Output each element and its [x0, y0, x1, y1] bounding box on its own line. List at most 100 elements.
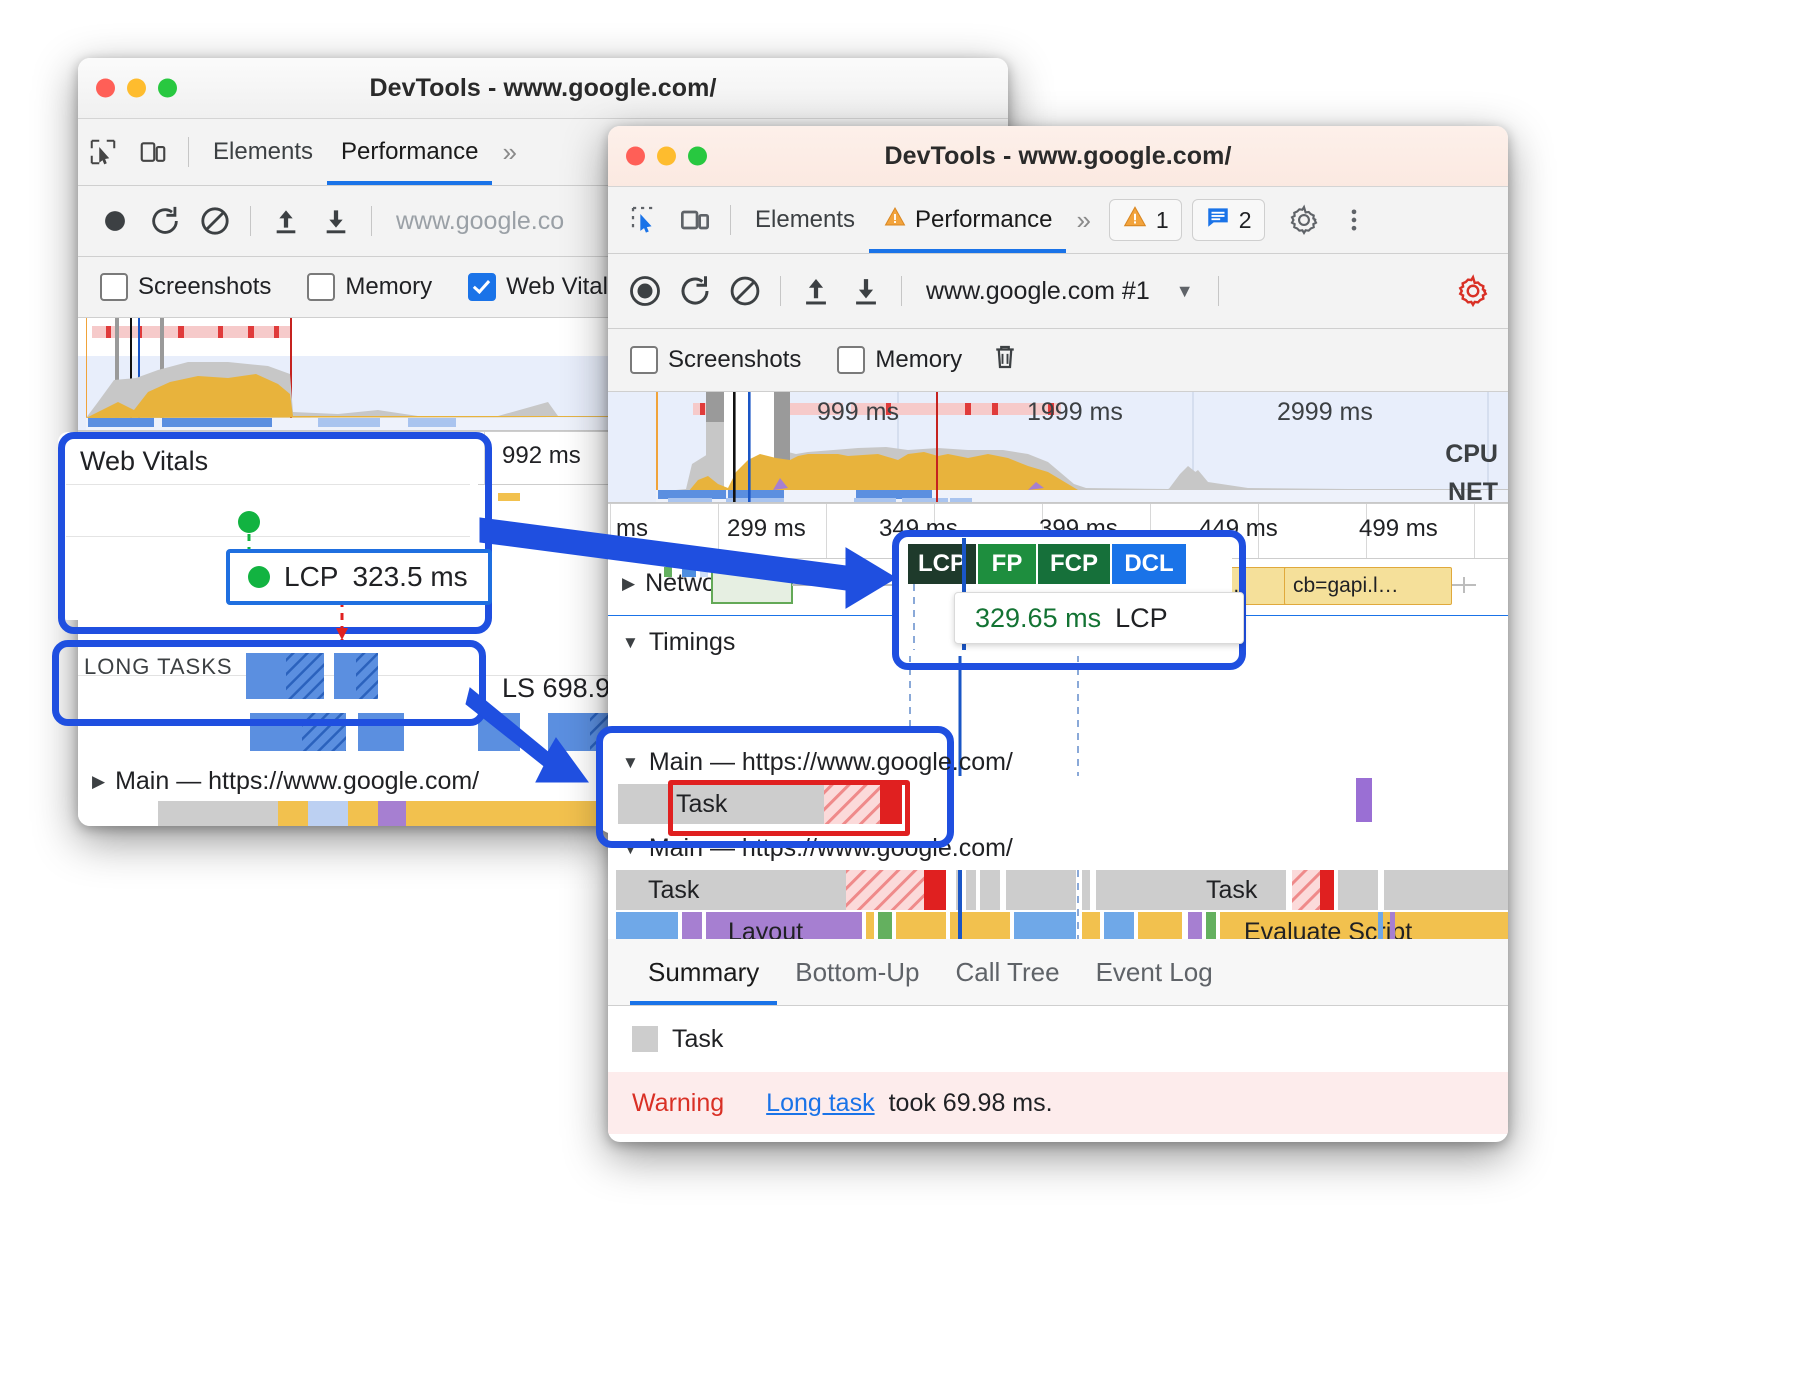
toolbar-separator	[780, 276, 781, 306]
titlebar-back[interactable]: DevTools - www.google.com/	[78, 58, 1008, 119]
long-task-link[interactable]: Long task	[766, 1089, 874, 1118]
inspect-element-icon[interactable]	[620, 195, 670, 245]
lcp-tooltip-label: LCP	[1115, 603, 1168, 634]
details-tabbar[interactable]: Summary Bottom-Up Call Tree Event Log	[608, 939, 1508, 1006]
tab-summary[interactable]: Summary	[630, 939, 777, 1005]
more-options-icon[interactable]	[1329, 195, 1379, 245]
device-toolbar-icon[interactable]	[670, 195, 720, 245]
tab-bottom-up[interactable]: Bottom-Up	[777, 939, 937, 1005]
main-callout-label: Main — https://www.google.com/	[649, 748, 1013, 777]
ruler-tick-5-front: 499 ms	[1359, 515, 1438, 543]
screenshots-checkbox-back[interactable]	[100, 273, 128, 301]
screenshots-label-back: Screenshots	[138, 273, 271, 301]
message-count-badge[interactable]: 2	[1192, 199, 1265, 241]
save-profile-icon-back[interactable]	[311, 196, 361, 246]
track-main-label-back: Main — https://www.google.com/	[115, 767, 479, 796]
reload-and-record-button-back[interactable]	[140, 196, 190, 246]
warning-count-badge[interactable]: 1	[1109, 199, 1182, 241]
lcp-dot-icon	[248, 566, 270, 588]
overflow-chevron-icon-back[interactable]: »	[492, 137, 522, 168]
toolbar-separator	[901, 276, 902, 306]
traffic-lights-front[interactable]	[626, 147, 707, 166]
clear-button-front[interactable]	[720, 266, 770, 316]
summary-warning-row: Warning Long task took 69.98 ms.	[608, 1072, 1508, 1134]
overview-pane-front[interactable]: 999 ms 1999 ms 2999 ms CPU NET	[608, 392, 1508, 503]
tab-performance-front[interactable]: Performance	[869, 187, 1066, 253]
tab-elements-back[interactable]: Elements	[199, 119, 327, 185]
svg-text:Task: Task	[676, 790, 728, 818]
expander-icon[interactable]: ▼	[622, 753, 639, 773]
traffic-lights-back[interactable]	[96, 79, 177, 98]
window-title-back: DevTools - www.google.com/	[369, 74, 716, 103]
record-button-front[interactable]	[620, 266, 670, 316]
zoom-button-icon[interactable]	[158, 79, 177, 98]
ruler-tick-1-front: 299 ms	[727, 515, 806, 543]
overview-tick-0-front: 999 ms	[817, 398, 899, 427]
profile-select-front[interactable]: www.google.com #1	[912, 277, 1150, 306]
summary-selected-row: Task	[608, 1006, 1508, 1072]
svg-text:Task: Task	[648, 876, 700, 904]
summary-total-time-row: Total Time 69.98 ms	[608, 1134, 1508, 1142]
minimize-button-icon[interactable]	[657, 147, 676, 166]
track-main-label-front: Main — https://www.google.com/	[649, 834, 1013, 863]
load-profile-icon-front[interactable]	[791, 266, 841, 316]
gear-icon[interactable]	[1279, 195, 1329, 245]
performance-warning-icon	[883, 205, 907, 236]
tab-event-log[interactable]: Event Log	[1078, 939, 1231, 1005]
memory-checkbox-front[interactable]	[837, 346, 865, 374]
load-profile-icon-back[interactable]	[261, 196, 311, 246]
capture-settings-row-front[interactable]: Screenshots Memory	[608, 329, 1508, 392]
main-flame-chart[interactable]: Task Task Layout	[608, 870, 1508, 939]
window-title-front: DevTools - www.google.com/	[884, 142, 1231, 171]
expander-icon[interactable]: ▶	[92, 772, 105, 792]
lcp-value-back: 323.5 ms	[352, 561, 467, 593]
profile-select-back[interactable]: www.google.co	[382, 207, 564, 236]
capture-toolbar-front[interactable]: www.google.com #1 ▼	[608, 254, 1508, 329]
expander-icon[interactable]: ▼	[622, 839, 639, 859]
inspect-element-icon[interactable]	[78, 127, 128, 177]
zoom-button-icon[interactable]	[688, 147, 707, 166]
tab-performance-label-front: Performance	[915, 206, 1052, 234]
capture-settings-icon[interactable]	[1448, 266, 1498, 316]
network-chip-2[interactable]: cb=gapi.l…	[1284, 567, 1452, 605]
close-button-icon[interactable]	[96, 79, 115, 98]
long-tasks-callout-bars	[240, 648, 470, 706]
task-color-swatch	[632, 1026, 658, 1052]
overflow-chevron-icon-front[interactable]: »	[1066, 205, 1096, 236]
lcp-marker-dot-upper	[238, 511, 260, 533]
svg-text:Layout: Layout	[728, 918, 803, 939]
ls-label: LS	[502, 673, 535, 703]
close-button-icon[interactable]	[626, 147, 645, 166]
chevron-down-icon[interactable]: ▼	[1176, 281, 1194, 302]
lcp-value-pill[interactable]: LCP 323.5 ms	[226, 549, 492, 605]
track-main-front[interactable]: ▼ Main — https://www.google.com/ Task	[608, 836, 1508, 939]
reload-and-record-button-front[interactable]	[670, 266, 720, 316]
devtools-tabbar-front[interactable]: Elements Performance » 1 2	[608, 187, 1508, 254]
message-icon	[1205, 204, 1231, 236]
trash-icon[interactable]	[990, 342, 1020, 379]
web-vitals-callout-title: Web Vitals	[80, 446, 208, 477]
tab-elements-front[interactable]: Elements	[741, 187, 869, 253]
memory-checkbox-back[interactable]	[307, 273, 335, 301]
overview-net-label: NET	[1448, 478, 1498, 503]
toolbar-separator	[250, 206, 251, 236]
tab-call-tree[interactable]: Call Tree	[938, 939, 1078, 1005]
titlebar-front[interactable]: DevTools - www.google.com/	[608, 126, 1508, 187]
save-profile-icon-front[interactable]	[841, 266, 891, 316]
screenshots-checkbox-front[interactable]	[630, 346, 658, 374]
device-toolbar-icon[interactable]	[128, 127, 178, 177]
ruler-tick-0-front: ms	[616, 515, 648, 543]
lcp-label-back: LCP	[284, 561, 338, 593]
clear-button-back[interactable]	[190, 196, 240, 246]
tab-performance-back[interactable]: Performance	[327, 119, 492, 185]
minimize-button-icon[interactable]	[127, 79, 146, 98]
web-vitals-checkbox-back[interactable]	[468, 273, 496, 301]
main-callout-task-bar: Task	[612, 782, 942, 836]
record-button-back[interactable]	[90, 196, 140, 246]
lcp-tooltip-value: 329.65 ms	[975, 603, 1101, 634]
screenshots-label-front: Screenshots	[668, 346, 801, 374]
toolbar-separator	[730, 205, 731, 235]
svg-text:Task: Task	[1206, 876, 1258, 904]
warning-rest-text: took 69.98 ms.	[889, 1089, 1053, 1118]
toolbar-separator	[371, 206, 372, 236]
